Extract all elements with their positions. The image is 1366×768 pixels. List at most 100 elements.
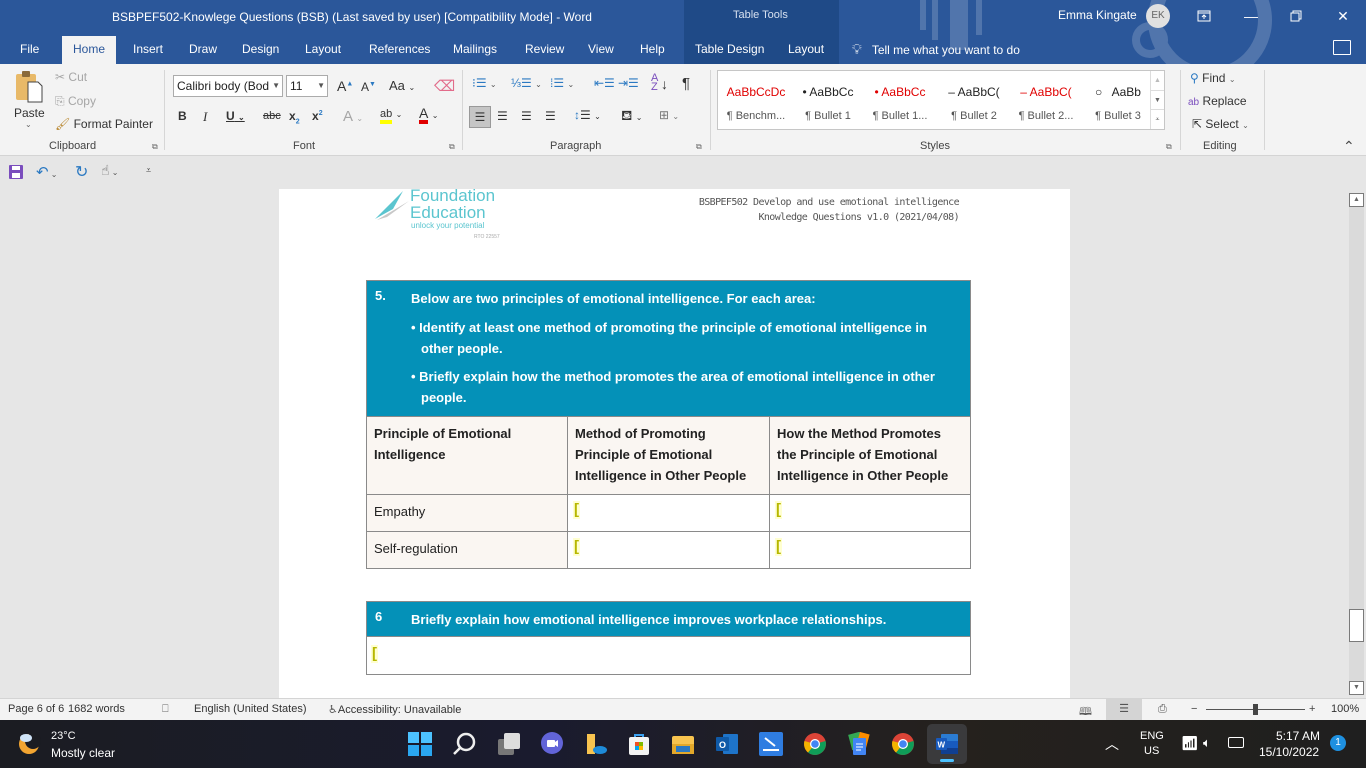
tab-draw[interactable]: Draw [181, 36, 225, 64]
file-explorer-onedrive[interactable] [584, 732, 608, 756]
bold-button[interactable]: B [178, 109, 187, 123]
styles-scrollbar[interactable]: ▲ ▼ ⩡ [1150, 71, 1164, 129]
language-indicator[interactable]: ENG US [1140, 730, 1164, 757]
paste-label[interactable]: Paste [14, 106, 45, 120]
text-effects-button[interactable]: A ⌄ [343, 108, 363, 125]
temperature[interactable]: 23°C [51, 730, 76, 742]
clock-time[interactable]: 5:17 AM [1276, 729, 1320, 743]
paste-button[interactable] [14, 70, 44, 107]
font-name-combo[interactable]: Calibri body (Bod ▼ [173, 75, 283, 97]
show-hidden-icons-button[interactable]: ︿ [1105, 734, 1119, 754]
microsoft-store-button[interactable] [627, 732, 651, 756]
user-name[interactable]: Emma Kingate [1058, 8, 1137, 22]
increase-indent-button[interactable]: ⇥☰ [618, 76, 639, 90]
notification-badge[interactable]: 1 [1330, 735, 1346, 751]
zoom-slider-thumb[interactable] [1253, 704, 1258, 715]
tab-view[interactable]: View [580, 36, 622, 64]
clear-formatting-button[interactable]: ⌫ [434, 77, 455, 95]
answer-placeholder[interactable]: [ [573, 501, 580, 519]
tell-me-search[interactable]: 💡︎ Tell me what you want to do [852, 36, 1020, 64]
answer-placeholder[interactable]: [ [371, 645, 378, 663]
font-size-combo[interactable]: 11 ▼ [286, 75, 328, 97]
copy-button[interactable]: ⎘ Copy [55, 94, 96, 109]
clipboard-launcher-icon[interactable]: ⧉ [152, 142, 158, 152]
tab-design[interactable]: Design [234, 36, 287, 64]
scan-app-button[interactable] [759, 732, 783, 756]
zoom-out-button[interactable]: − [1191, 703, 1197, 715]
select-button[interactable]: ⇱ Select ⌄ [1192, 117, 1249, 131]
answer-cell[interactable]: [ [769, 531, 971, 569]
outlook-button[interactable]: O [715, 732, 739, 756]
line-spacing-button[interactable]: ↕☰ ⌄ [574, 108, 601, 122]
sort-button[interactable]: AZ [651, 73, 658, 93]
italic-button[interactable]: I [203, 109, 207, 125]
show-formatting-button[interactable]: ¶ [682, 75, 690, 92]
answer-cell[interactable]: [ [366, 636, 971, 675]
tab-insert[interactable]: Insert [125, 36, 171, 64]
wifi-icon[interactable]: 📶︎ [1181, 735, 1199, 752]
tab-references[interactable]: References [361, 36, 438, 64]
clock-date[interactable]: 15/10/2022 [1259, 745, 1319, 759]
restore-button[interactable] [1273, 2, 1319, 30]
shading-button[interactable]: ⛾ ⌄ [621, 107, 643, 126]
web-layout-button[interactable]: ⎙ [1158, 703, 1167, 716]
paragraph-launcher-icon[interactable]: ⧉ [696, 142, 702, 152]
volume-icon[interactable]: 🔈︎ [1203, 735, 1211, 751]
style-benchmark[interactable]: AaBbCcDc ¶ Benchm... [720, 71, 792, 129]
answer-placeholder[interactable]: [ [775, 538, 782, 556]
file-explorer-button[interactable] [671, 732, 695, 756]
tab-home[interactable]: Home [62, 36, 116, 64]
scroll-up-button[interactable]: ▲ [1349, 193, 1364, 207]
underline-button[interactable]: U ⌄ [226, 109, 245, 123]
save-button[interactable] [9, 165, 23, 182]
chrome-profile-button[interactable] [891, 732, 915, 756]
style-bullet-1-alt[interactable]: • AaBbCc ¶ Bullet 1... [864, 71, 936, 129]
ribbon-display-options-button[interactable] [1181, 2, 1227, 30]
highlight-button[interactable]: ab ⌄ [380, 106, 402, 124]
word-taskbar-button[interactable]: W [927, 724, 967, 764]
print-layout-button[interactable]: ☰ [1106, 699, 1142, 720]
shrink-font-button[interactable]: A▼ [361, 80, 376, 94]
scroll-down-button[interactable]: ▼ [1349, 681, 1364, 695]
font-color-button[interactable]: A ⌄ [419, 106, 438, 124]
style-bullet-2[interactable]: – AaBbC( ¶ Bullet 2 [938, 71, 1010, 129]
zoom-level[interactable]: 100% [1331, 703, 1359, 715]
multilevel-list-button[interactable]: ⁞☰ ⌄ [550, 76, 574, 90]
search-button[interactable] [452, 732, 476, 756]
tab-mailings[interactable]: Mailings [445, 36, 505, 64]
tab-table-design[interactable]: Table Design [687, 36, 772, 64]
styles-launcher-icon[interactable]: ⧉ [1166, 142, 1172, 152]
answer-cell[interactable]: [ [567, 531, 770, 569]
customize-qat-icon[interactable]: ⩡ [146, 165, 151, 176]
paste-dropdown-icon[interactable]: ⌄ [25, 120, 32, 129]
change-case-button[interactable]: Aa ⌄ [389, 78, 415, 93]
zoom-in-button[interactable]: + [1309, 703, 1315, 715]
scroll-thumb[interactable] [1349, 609, 1364, 642]
tab-layout[interactable]: Layout [297, 36, 349, 64]
cut-button[interactable]: ✂ Cut [55, 70, 87, 84]
strikethrough-button[interactable]: abc [263, 110, 281, 122]
find-button[interactable]: ⚲ Find ⌄ [1190, 71, 1236, 85]
more-styles-icon[interactable]: ⩡ [1151, 109, 1164, 128]
numbering-button[interactable]: ⅓☰ ⌄ [511, 76, 542, 90]
chrome-button[interactable] [803, 732, 827, 756]
close-button[interactable]: ✕ [1320, 2, 1366, 30]
word-count[interactable]: 1682 words [68, 703, 125, 715]
bullets-button[interactable]: ⁝☰ ⌄ [472, 76, 497, 90]
align-center-button[interactable]: ☰ [497, 109, 508, 123]
task-view-button[interactable] [497, 732, 521, 756]
proofing-icon[interactable]: ⎕ [162, 703, 169, 716]
start-button[interactable] [408, 732, 432, 756]
weather-widget[interactable] [16, 730, 42, 759]
redo-button[interactable]: ↻ [75, 162, 88, 182]
tab-file[interactable]: File [12, 36, 47, 64]
weather-description[interactable]: Mostly clear [51, 746, 115, 760]
align-left-button[interactable]: ☰ [469, 106, 491, 128]
borders-button[interactable]: ⊞ ⌄ [659, 108, 679, 122]
document-page[interactable]: Foundation Education unlock your potentia… [279, 189, 1070, 698]
touch-mode-button[interactable]: ☝︎ ⌄ [101, 162, 118, 179]
tab-review[interactable]: Review [517, 36, 572, 64]
decrease-indent-button[interactable]: ⇤☰ [594, 76, 615, 90]
vertical-scrollbar[interactable]: ▲ ▼ [1348, 189, 1366, 698]
style-bullet-2-alt[interactable]: – AaBbC( ¶ Bullet 2... [1010, 71, 1082, 129]
